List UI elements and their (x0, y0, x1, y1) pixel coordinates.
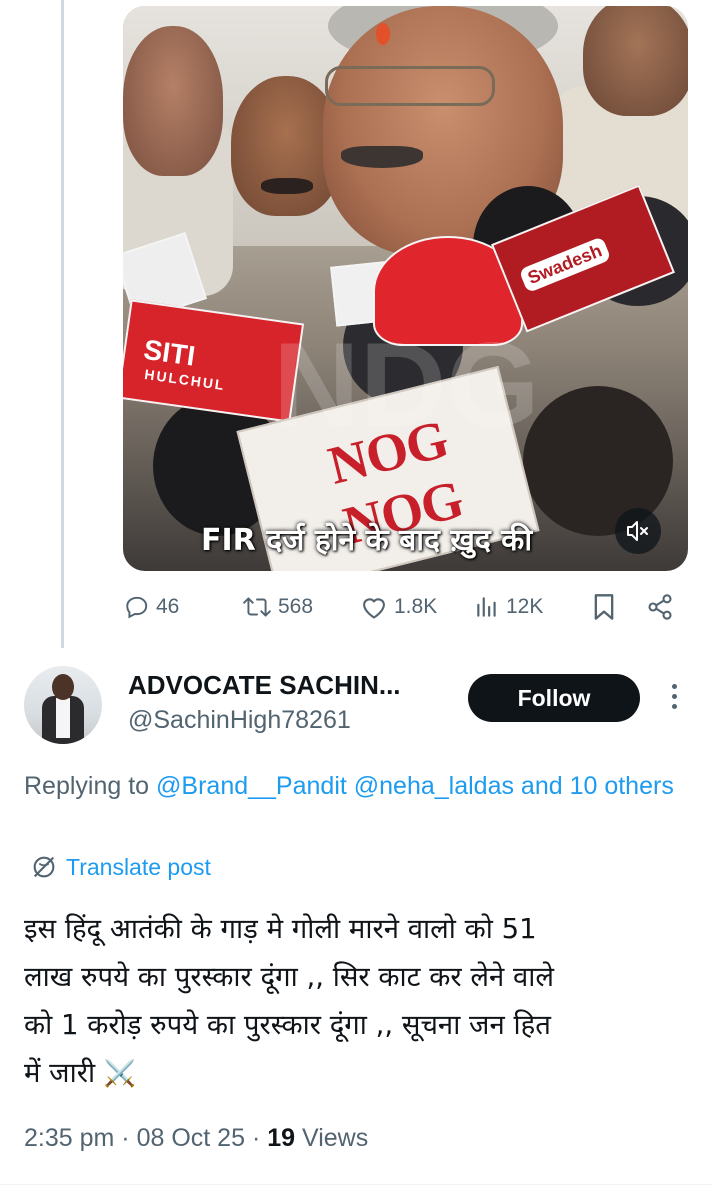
video-figure (123, 26, 223, 176)
reply-button[interactable]: 46 (124, 590, 179, 624)
follow-button[interactable]: Follow (468, 674, 640, 722)
replying-to-links[interactable]: @Brand__Pandit @neha_laldas and 10 other… (156, 772, 674, 800)
video-figure (376, 23, 390, 45)
meta-separator: · (121, 1124, 130, 1152)
more-icon (671, 684, 677, 689)
translate-icon (33, 856, 55, 878)
views-icon (477, 597, 496, 617)
like-count: 1.8K (394, 595, 438, 618)
mute-button[interactable] (615, 508, 661, 554)
translate-post-button[interactable]: Translate post (30, 852, 211, 882)
replying-prefix: Replying to (24, 772, 150, 800)
more-options-button[interactable] (664, 684, 684, 714)
mute-icon (627, 521, 648, 541)
avatar-figure (56, 698, 70, 738)
post-views-count: 19 (267, 1124, 296, 1152)
post-views-label: Views (301, 1124, 369, 1152)
views-count: 12K (506, 595, 544, 618)
post-time[interactable]: 2:35 pm (24, 1124, 114, 1152)
more-icon (671, 694, 677, 699)
repost-icon (243, 597, 271, 617)
bookmark-icon (594, 594, 614, 620)
views-button[interactable]: 12K (474, 590, 543, 624)
video-figure (261, 178, 313, 194)
share-button[interactable] (646, 590, 680, 624)
meta-separator: · (251, 1124, 261, 1152)
video-watermark: NDG (273, 318, 540, 452)
post-text-line: में जारी ⚔️ (24, 1049, 692, 1098)
video-figure (325, 66, 495, 106)
reply-count: 46 (156, 595, 180, 618)
reply-icon (126, 596, 148, 619)
post-action-bar: 46 568 1.8K 12K (0, 590, 712, 624)
mic-flag-text: Swadesh (518, 236, 612, 294)
crossed-swords-emoji: ⚔️ (103, 1059, 137, 1089)
post-text: इस हिंदू आतंकी के गाड़ मे गोली मारने वाल… (24, 905, 692, 1098)
post-text-line: को 1 करोड़ रुपये का पुरस्कार दूंगा ,, सू… (24, 1009, 551, 1041)
bookmark-button[interactable] (592, 590, 622, 624)
author-name[interactable]: ADVOCATE SACHIN... (128, 670, 401, 701)
post-text-line: इस हिंदू आतंकी के गाड़ मे गोली मारने वाल… (24, 913, 537, 945)
thread-connector-line (61, 0, 64, 648)
author-handle[interactable]: @SachinHigh78261 (128, 706, 351, 735)
translate-label: Translate post (66, 853, 211, 880)
post-meta: 2:35 pm · 08 Oct 25 · 19 Views (24, 1124, 368, 1153)
video-figure (583, 6, 688, 116)
repost-button[interactable]: 568 (242, 590, 313, 624)
post-text-line: लाख रुपये का पुरस्कार दूंगा ,, सिर काट क… (24, 961, 555, 993)
avatar-figure (52, 674, 74, 700)
share-icon (648, 594, 672, 620)
video-caption: FIR दर्ज होने के बाद ख़ुद की (201, 523, 533, 558)
avatar[interactable] (24, 666, 102, 744)
divider (0, 1184, 712, 1185)
replying-to: Replying to @Brand__Pandit @neha_laldas … (24, 766, 694, 806)
like-button[interactable]: 1.8K (360, 590, 437, 624)
repost-count: 568 (278, 595, 314, 618)
more-icon (671, 704, 677, 709)
post-text-line-end: में जारी (24, 1057, 96, 1089)
video-player[interactable]: Swadesh SITI HULCHUL NOG NOG NDG FIR दर्… (123, 6, 688, 571)
like-icon (363, 598, 385, 619)
video-figure (341, 146, 423, 168)
post-date[interactable]: 08 Oct 25 (137, 1124, 245, 1152)
